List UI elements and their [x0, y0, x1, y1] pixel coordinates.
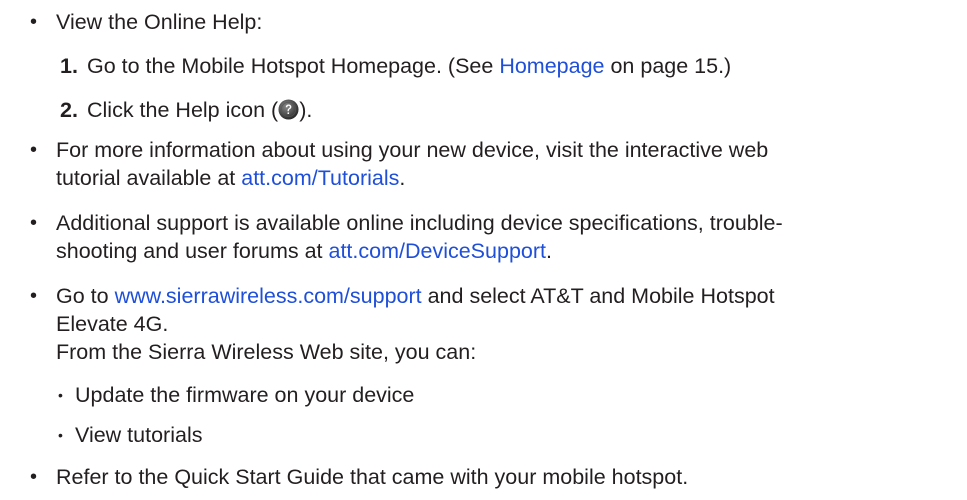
step-number: 2. [60, 98, 78, 122]
support-text-after: . [546, 239, 552, 263]
quick-start-text: Refer to the Quick Start Guide that came… [56, 465, 689, 489]
bullet-dot: • [30, 139, 38, 161]
sierra-text-before: Go to [56, 284, 115, 308]
bullet-dot: • [30, 212, 38, 234]
bullet-dot: • [30, 11, 38, 33]
help-resources-section: • View the Online Help: 1. Go to the Mob… [0, 0, 967, 500]
step-text-after: on page 15.) [604, 54, 732, 78]
support-text-before: shooting and user forums at [56, 239, 329, 263]
tutorial-line-2: tutorial available at att.com/Tutorials. [56, 164, 405, 192]
step-text-after: ). [299, 98, 313, 122]
support-line-2: shooting and user forums at att.com/Devi… [56, 237, 552, 265]
step-text-before: Click the Help icon ( [87, 98, 279, 122]
homepage-link[interactable]: Homepage [499, 54, 604, 78]
step-text-before: Go to the Mobile Hotspot Homepage. (See [87, 54, 500, 78]
tutorial-line-1: For more information about using your ne… [56, 138, 769, 162]
step-text: Go to the Mobile Hotspot Homepage. (See … [87, 52, 731, 80]
support-line-1: Additional support is available online i… [56, 211, 783, 235]
sierra-text-after: and select AT&T and Mobile Hotspot [421, 284, 775, 308]
small-dot-icon: • [58, 387, 63, 403]
sub-item-text: Update the firmware on your device [75, 383, 415, 407]
sierra-line-2: Elevate 4G. [56, 312, 169, 336]
sierra-wireless-support-link[interactable]: www.sierrawireless.com/support [115, 284, 422, 308]
att-device-support-link[interactable]: att.com/DeviceSupport [329, 239, 547, 263]
sierra-line-1: Go to www.sierrawireless.com/support and… [56, 282, 775, 310]
bullet-dot: • [30, 285, 38, 307]
step-number: 1. [60, 54, 78, 78]
sub-item-text: View tutorials [75, 423, 203, 447]
tutorial-text-after: . [399, 166, 406, 190]
bullet-dot: • [30, 466, 38, 488]
att-tutorials-link[interactable]: att.com/Tutorials [241, 166, 399, 190]
step-text: Click the Help icon (). [87, 96, 312, 124]
tutorial-text-before: tutorial available at [56, 166, 242, 190]
sierra-line-3: From the Sierra Wireless Web site, you c… [56, 340, 477, 364]
small-dot-icon: • [58, 427, 63, 443]
view-online-help-text: View the Online Help: [56, 10, 263, 34]
help-icon [278, 99, 299, 120]
